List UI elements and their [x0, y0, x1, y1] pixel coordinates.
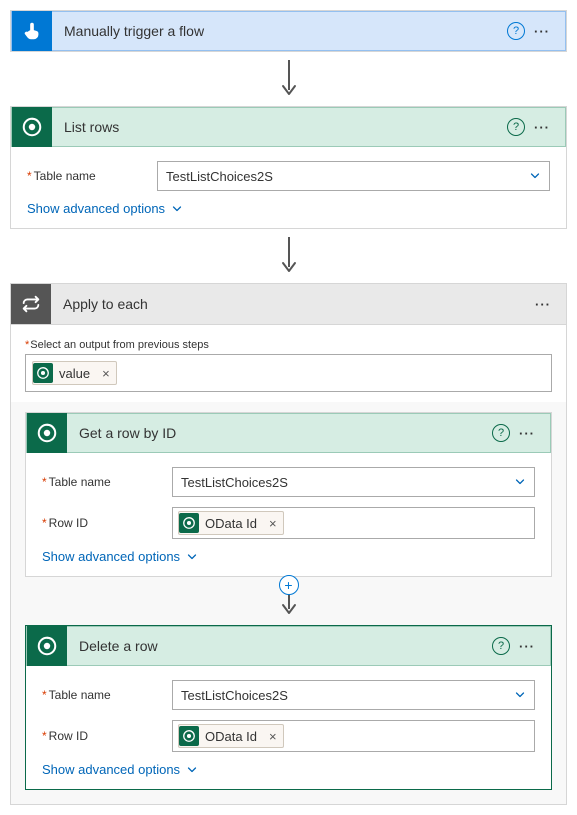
value-token[interactable]: value × — [32, 361, 117, 385]
dataverse-icon — [179, 513, 199, 533]
dataverse-icon — [27, 413, 67, 453]
chevron-down-icon — [171, 203, 183, 215]
show-advanced-link[interactable]: Show advanced options — [42, 549, 535, 564]
more-menu-icon[interactable]: ··· — [531, 120, 553, 135]
table-name-label: Table name — [27, 169, 157, 183]
list-rows-title: List rows — [52, 119, 507, 135]
chevron-down-icon — [186, 551, 198, 563]
chevron-down-icon — [186, 764, 198, 776]
list-rows-card[interactable]: List rows ? ··· Table name TestListChoic… — [10, 106, 567, 229]
trigger-card[interactable]: Manually trigger a flow ? ··· — [10, 10, 567, 52]
odata-id-token[interactable]: OData Id × — [178, 511, 284, 535]
row-id-label: Row ID — [42, 516, 172, 530]
chevron-down-icon — [514, 689, 526, 701]
table-name-select[interactable]: TestListChoices2S — [157, 161, 550, 191]
table-name-label: Table name — [42, 688, 172, 702]
touch-icon — [12, 11, 52, 51]
help-icon[interactable]: ? — [507, 118, 525, 136]
dataverse-icon — [33, 363, 53, 383]
connector-arrow — [10, 52, 567, 106]
apply-to-each-title: Apply to each — [51, 296, 532, 312]
more-menu-icon[interactable]: ··· — [516, 426, 538, 441]
odata-id-token[interactable]: OData Id × — [178, 724, 284, 748]
remove-token-icon[interactable]: × — [102, 366, 110, 381]
add-action-button[interactable]: + — [279, 575, 299, 595]
chevron-down-icon — [514, 476, 526, 488]
help-icon[interactable]: ? — [507, 22, 525, 40]
select-output-label: Select an output from previous steps — [25, 339, 552, 351]
help-icon[interactable]: ? — [492, 424, 510, 442]
row-id-input[interactable]: OData Id × — [172, 720, 535, 752]
get-row-title: Get a row by ID — [67, 425, 492, 441]
more-menu-icon[interactable]: ··· — [532, 297, 554, 312]
row-id-label: Row ID — [42, 729, 172, 743]
show-advanced-link[interactable]: Show advanced options — [42, 762, 535, 777]
table-name-select[interactable]: TestListChoices2S — [172, 680, 535, 710]
delete-row-title: Delete a row — [67, 638, 492, 654]
row-id-input[interactable]: OData Id × — [172, 507, 535, 539]
more-menu-icon[interactable]: ··· — [531, 24, 553, 39]
more-menu-icon[interactable]: ··· — [516, 639, 538, 654]
show-advanced-link[interactable]: Show advanced options — [27, 201, 550, 216]
table-name-select[interactable]: TestListChoices2S — [172, 467, 535, 497]
help-icon[interactable]: ? — [492, 637, 510, 655]
connector-arrow — [10, 229, 567, 283]
apply-to-each-scope[interactable]: Apply to each ··· Select an output from … — [10, 283, 567, 805]
remove-token-icon[interactable]: × — [269, 729, 277, 744]
dataverse-icon — [27, 626, 67, 666]
remove-token-icon[interactable]: × — [269, 516, 277, 531]
chevron-down-icon — [529, 170, 541, 182]
dataverse-icon — [12, 107, 52, 147]
loop-icon — [11, 284, 51, 324]
table-name-label: Table name — [42, 475, 172, 489]
delete-row-card[interactable]: Delete a row ? ··· Table name TestListCh… — [25, 625, 552, 790]
get-row-card[interactable]: Get a row by ID ? ··· Table name TestLis… — [25, 412, 552, 577]
trigger-title: Manually trigger a flow — [52, 23, 507, 39]
select-output-input[interactable]: value × — [25, 354, 552, 392]
dataverse-icon — [179, 726, 199, 746]
